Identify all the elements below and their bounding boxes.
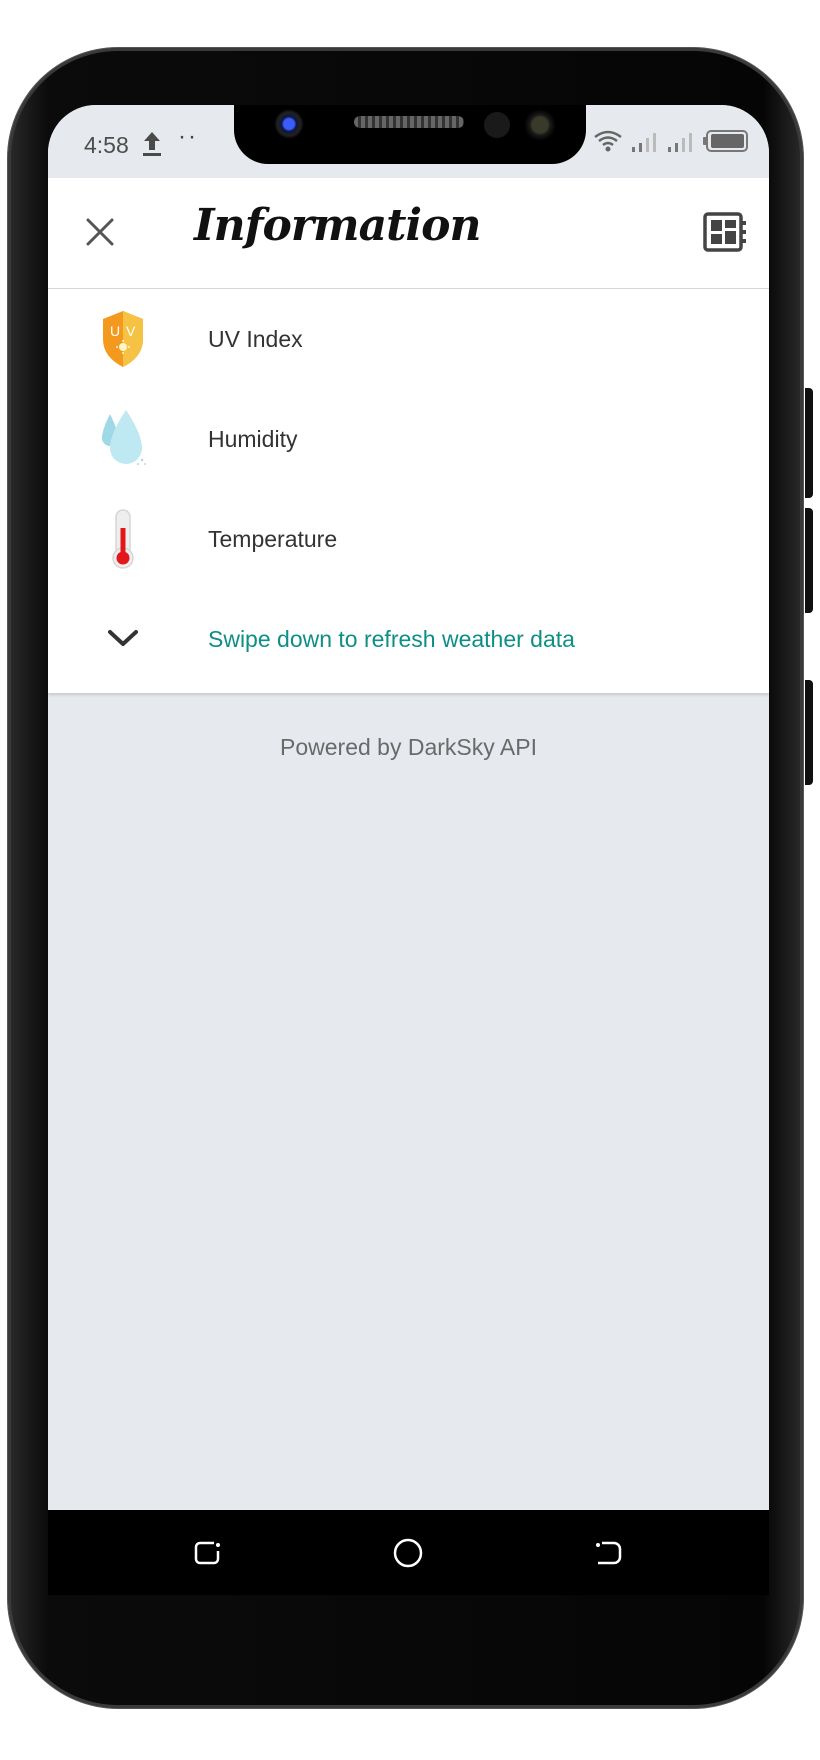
svg-text:U: U [110,323,120,339]
proximity-sensor [484,112,510,138]
home-button[interactable] [392,1537,424,1569]
upload-icon [140,129,164,162]
powered-by-text: Powered by DarkSky API [280,734,537,760]
recent-apps-icon [194,1541,220,1565]
camera-notch [234,105,586,164]
wifi-icon [593,129,623,158]
signal-icon [631,129,659,158]
refresh-hint: Swipe down to refresh weather data [48,589,769,689]
svg-text:V: V [126,323,136,339]
status-bar: 4:58 ·· [48,105,769,178]
app-bar: Information [48,178,769,289]
recent-apps-button[interactable] [192,1537,224,1569]
page-title: Information [194,200,481,251]
thermometer-icon [98,508,148,570]
phone-side-button [805,680,813,785]
close-button[interactable] [78,210,122,254]
close-icon [86,218,114,246]
info-list: U V UV Index Humidity Temperature Swipe … [48,289,769,693]
battery-icon [703,129,749,158]
back-button[interactable] [592,1537,624,1569]
back-icon [596,1541,622,1565]
list-item-temperature[interactable]: Temperature [48,489,769,589]
dashboard-button[interactable] [703,212,747,252]
chevron-down-icon [98,608,148,670]
phone-side-button [805,388,813,498]
dashboard-icon [703,212,746,252]
earpiece-speaker [354,116,464,128]
system-nav-bar [48,1510,769,1595]
phone-side-button [805,508,813,613]
list-item-label: Humidity [208,425,298,452]
water-drops-icon [98,408,148,470]
front-camera-secondary [524,109,556,141]
list-item-uv-index[interactable]: U V UV Index [48,289,769,389]
signal-icon [667,129,695,158]
status-time: 4:58 [84,132,129,158]
list-item-label: UV Index [208,325,303,352]
list-item-humidity[interactable]: Humidity [48,389,769,489]
uv-shield-icon: U V [98,308,148,370]
list-item-label: Temperature [208,525,338,552]
more-dots-icon: ·· [178,123,198,150]
status-icons [593,129,749,158]
refresh-hint-label: Swipe down to refresh weather data [208,625,575,652]
app-screen: 4:58 ·· Information U V UV Index Humidit… [48,105,769,1510]
home-icon [393,1538,423,1568]
front-camera [274,109,304,139]
